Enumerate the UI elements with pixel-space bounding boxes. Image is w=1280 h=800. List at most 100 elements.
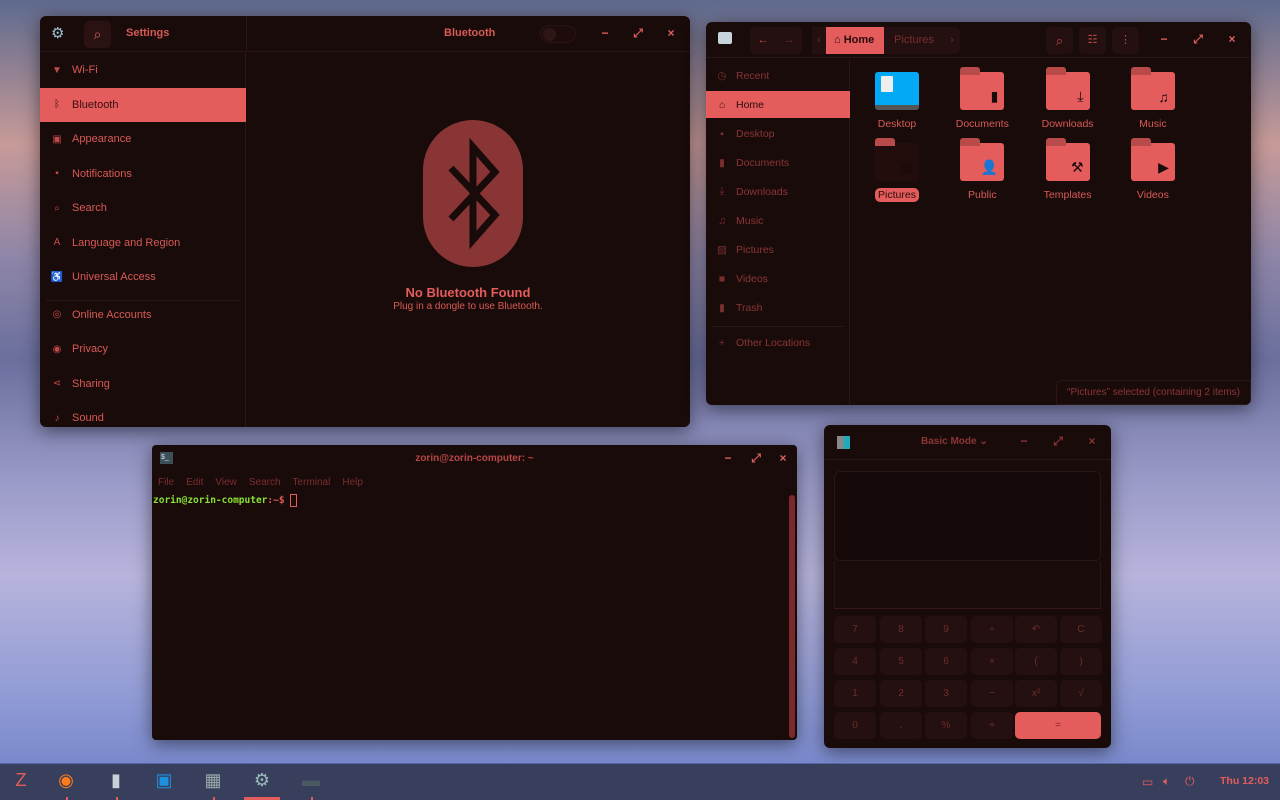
volume-icon[interactable]: 🔈︎ xyxy=(1163,774,1170,789)
sidebar-item-recent[interactable]: ◷ Recent xyxy=(706,62,850,89)
sidebar-item-trash[interactable]: ▮ Trash xyxy=(706,294,850,321)
folder-documents[interactable]: ▮ Documents xyxy=(942,67,1022,131)
power-icon[interactable]: ⏻ xyxy=(1185,774,1195,789)
folder-templates[interactable]: ⚒ Templates xyxy=(1028,138,1108,202)
sidebar-item-privacy[interactable]: ◉ Privacy xyxy=(40,332,246,366)
sidebar-item-home[interactable]: ⌂ Home xyxy=(706,91,850,118)
key-8[interactable]: 6 xyxy=(925,648,967,675)
sidebar-item-search[interactable]: ⌕ Search xyxy=(40,191,246,225)
key-17[interactable]: √ xyxy=(1060,680,1102,707)
key-12[interactable]: 1 xyxy=(834,680,876,707)
mode-selector[interactable]: Basic Mode ⌄ xyxy=(921,436,988,447)
key-4[interactable]: ↶ xyxy=(1015,616,1057,643)
clock[interactable]: Thu 12:03 xyxy=(1220,775,1269,787)
path-home-button[interactable]: ⌂ Home xyxy=(826,27,884,54)
key-18[interactable]: 0 xyxy=(834,712,876,739)
menu-terminal[interactable]: Terminal xyxy=(293,477,331,488)
folder-downloads[interactable]: ⤓ Downloads xyxy=(1028,67,1108,131)
key-15[interactable]: − xyxy=(971,680,1013,707)
sidebar-item-universal-access[interactable]: ♿ Universal Access xyxy=(40,260,246,294)
sidebar-item-bluetooth[interactable]: ᛒ Bluetooth xyxy=(40,87,246,122)
key-5[interactable]: C xyxy=(1060,616,1102,643)
key-19[interactable]: . xyxy=(880,712,922,739)
folder-music[interactable]: ♫ Music xyxy=(1113,67,1193,131)
key-0[interactable]: 7 xyxy=(834,616,876,643)
forward-button[interactable]: → xyxy=(776,27,802,54)
menu-help[interactable]: Help xyxy=(342,477,363,488)
key-16[interactable]: x² xyxy=(1015,680,1057,707)
key-22[interactable]: = xyxy=(1015,712,1101,739)
sidebar-item-appearance[interactable]: ▣ Appearance xyxy=(40,122,246,156)
menu-edit[interactable]: Edit xyxy=(186,477,203,488)
minimize-button[interactable]: − xyxy=(718,451,738,465)
screen-icon[interactable]: ▭ xyxy=(1142,775,1153,789)
key-1[interactable]: 8 xyxy=(880,616,922,643)
close-button[interactable]: × xyxy=(773,451,793,465)
minimize-button[interactable]: − xyxy=(595,26,615,40)
maximize-button[interactable]: ⤢ xyxy=(628,26,648,41)
firefox-icon[interactable]: ◉ xyxy=(53,767,79,793)
sidebar-item-music[interactable]: ♫ Music xyxy=(706,207,850,234)
key-11[interactable]: ) xyxy=(1060,648,1102,675)
menu-file[interactable]: File xyxy=(158,477,174,488)
maximize-button[interactable]: ⤢ xyxy=(1188,32,1208,47)
key-13[interactable]: 2 xyxy=(880,680,922,707)
terminal-icon[interactable]: ▬ xyxy=(298,767,324,793)
key-3[interactable]: ÷ xyxy=(971,616,1013,643)
sidebar-item-sharing[interactable]: ⋖ Sharing xyxy=(40,367,246,401)
path-right-button[interactable]: › xyxy=(944,27,960,54)
key-6[interactable]: 4 xyxy=(834,648,876,675)
key-10[interactable]: ( xyxy=(1015,648,1057,675)
sidebar-item-other-locations[interactable]: + Other Locations xyxy=(706,329,850,356)
close-button[interactable]: × xyxy=(1222,32,1242,46)
close-button[interactable]: × xyxy=(661,26,681,40)
settings-title: Settings xyxy=(126,27,170,39)
menu-search[interactable]: Search xyxy=(249,477,281,488)
close-button[interactable]: × xyxy=(1082,434,1102,448)
files-icon[interactable]: ▮ xyxy=(103,767,129,793)
maximize-button[interactable]: ⤢ xyxy=(1048,434,1068,449)
sidebar-item-online-accounts[interactable]: ◎ Online Accounts xyxy=(40,298,246,332)
key-14[interactable]: 3 xyxy=(925,680,967,707)
search-button[interactable]: ⌕ xyxy=(84,21,111,48)
calculator-app-icon xyxy=(837,436,850,449)
view-toggle-button[interactable]: ☷ xyxy=(1079,27,1106,54)
key-20[interactable]: % xyxy=(925,712,967,739)
trash-icon: ▮ xyxy=(719,301,725,314)
files-app-icon xyxy=(718,32,732,44)
sidebar-item-wi-fi[interactable]: ▼ Wi-Fi xyxy=(40,53,246,87)
maximize-button[interactable]: ⤢ xyxy=(746,451,766,466)
path-pictures-button[interactable]: Pictures xyxy=(884,27,944,54)
calculator-display[interactable] xyxy=(834,471,1101,561)
folder-public[interactable]: 👤 Public xyxy=(942,138,1022,202)
zorin-menu-icon[interactable]: Z xyxy=(8,767,34,793)
sidebar-item-pictures[interactable]: ▨ Pictures xyxy=(706,236,850,263)
sidebar-item-language-and-region[interactable]: A Language and Region xyxy=(40,226,246,260)
sidebar-item-documents[interactable]: ▮ Documents xyxy=(706,149,850,176)
minimize-button[interactable]: − xyxy=(1014,434,1034,448)
folder-videos[interactable]: ▶ Videos xyxy=(1113,138,1193,202)
calculator-icon[interactable]: ▦ xyxy=(200,767,226,793)
key-9[interactable]: × xyxy=(971,648,1013,675)
software-store-icon[interactable]: ▣ xyxy=(151,767,177,793)
sidebar-item-sound[interactable]: ♪ Sound xyxy=(40,401,246,427)
minimize-button[interactable]: − xyxy=(1154,32,1174,46)
key-21[interactable]: + xyxy=(971,712,1013,739)
path-left-button[interactable]: ‹ xyxy=(812,27,826,54)
sidebar-item-desktop[interactable]: ▪ Desktop xyxy=(706,120,850,147)
sidebar-item-videos[interactable]: ■ Videos xyxy=(706,265,850,292)
scrollbar[interactable] xyxy=(789,495,795,738)
menu-button[interactable]: ⋮ xyxy=(1112,27,1139,54)
settings-icon[interactable]: ⚙ xyxy=(249,767,275,793)
terminal-window: $_ zorin@zorin-computer: ~ − ⤢ × File Edi… xyxy=(152,445,797,740)
key-7[interactable]: 5 xyxy=(880,648,922,675)
sidebar-item-notifications[interactable]: ▪ Notifications xyxy=(40,157,246,191)
menu-view[interactable]: View xyxy=(215,477,237,488)
key-2[interactable]: 9 xyxy=(925,616,967,643)
back-button[interactable]: ← xyxy=(750,27,776,54)
search-button[interactable]: ⌕ xyxy=(1046,27,1073,54)
sidebar-item-downloads[interactable]: ⤓ Downloads xyxy=(706,178,850,205)
folder-pictures[interactable]: ▨ Pictures xyxy=(857,138,937,202)
bluetooth-toggle[interactable] xyxy=(540,25,576,43)
folder-desktop[interactable]: Desktop xyxy=(857,72,937,131)
